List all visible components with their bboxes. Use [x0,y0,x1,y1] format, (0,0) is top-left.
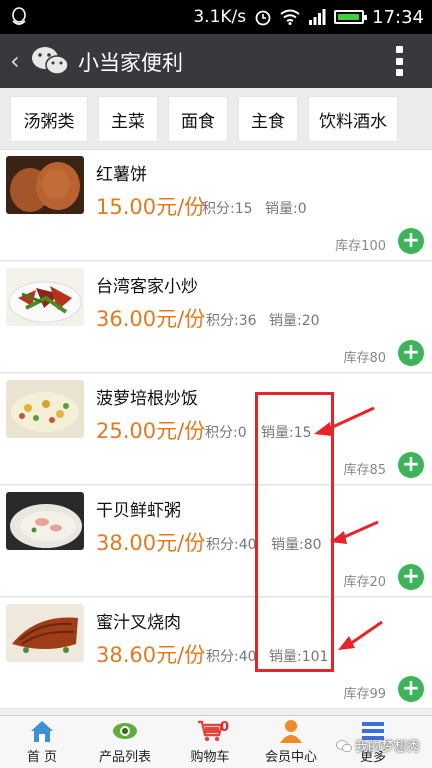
wechat-watermark-icon [336,739,352,752]
product-points: 积分:36 [206,313,257,329]
wifi-icon [280,9,300,25]
back-button[interactable]: ‹ [10,47,20,75]
annotation-arrow-icon [314,406,375,436]
wechat-icon [32,47,69,75]
product-name: 红薯饼 [96,165,147,185]
nav-home[interactable]: 首 页 [14,716,70,768]
list-item[interactable]: 台湾客家小炒 36.00元/份 积分:36 销量:20 库存80 + [0,262,432,373]
product-image [6,492,84,550]
home-icon [31,721,53,742]
annotation-arrow-icon [330,520,379,544]
watermark: 我的梦想秀 [336,736,420,755]
product-image [6,268,84,326]
product-points: 积分:40 [206,537,257,553]
product-name: 菠萝培根炒饭 [96,389,198,409]
list-item[interactable]: 红薯饼 15.00元/份 积分:15 销量:0 库存100 + [0,150,432,261]
nav-products[interactable]: 产品列表 [92,716,158,768]
product-price: 38.60元/份 [96,643,206,667]
title-bar: ‹ 小当家便利 [0,34,432,88]
product-price: 25.00元/份 [96,419,206,443]
nav-cart-label: 购物车 [190,750,230,765]
nav-member-label: 会员中心 [264,750,317,765]
signal-icon [309,9,326,25]
watermark-text: 我的梦想秀 [354,740,420,755]
tab-staple[interactable]: 主食 [238,96,298,142]
bottom-nav: 首 页 产品列表 0 购物车 会员中心 更多 我的梦想秀 [0,715,432,768]
tab-main-dish[interactable]: 主菜 [98,96,158,142]
status-bar: 3.1K/s 17:34 [0,0,432,34]
product-sales: 销量:20 [269,313,320,329]
product-image [6,604,84,662]
product-points: 积分:15 [202,201,253,217]
product-stock: 库存100 [335,239,386,254]
add-to-cart-button[interactable]: + [398,452,424,478]
tab-drinks[interactable]: 饮料酒水 [308,96,398,142]
product-image [6,156,84,214]
product-sales: 销量:0 [265,201,307,217]
product-points: 积分:40 [206,649,257,665]
product-points: 积分:0 [205,425,247,441]
product-price: 15.00元/份 [96,195,206,219]
eye-icon [113,723,137,739]
cart-count-badge: 0 [220,720,230,735]
nav-home-label: 首 页 [26,750,58,765]
product-stock: 库存85 [343,463,386,478]
network-speed: 3.1K/s [193,7,247,27]
tab-soup[interactable]: 汤粥类 [10,96,88,142]
nav-cart[interactable]: 0 购物车 [180,716,240,768]
battery-icon [334,10,368,24]
product-price: 36.00元/份 [96,307,206,331]
add-to-cart-button[interactable]: + [398,340,424,366]
product-name: 干贝鲜虾粥 [96,501,181,521]
tab-noodles[interactable]: 面食 [168,96,228,142]
add-to-cart-button[interactable]: + [398,676,424,702]
more-menu-icon[interactable] [396,46,404,76]
nav-member[interactable]: 会员中心 [258,716,324,768]
product-name: 台湾客家小炒 [96,277,198,297]
qq-icon [12,7,26,25]
clock: 17:34 [372,6,424,28]
product-stock: 库存80 [343,351,386,366]
product-stock: 库存99 [343,687,386,702]
category-tabs: 汤粥类 主菜 面食 主食 饮料酒水 [0,88,432,150]
page-title: 小当家便利 [78,51,183,75]
product-price: 38.00元/份 [96,531,206,555]
add-to-cart-button[interactable]: + [398,228,424,254]
product-image [6,380,84,438]
product-name: 蜜汁叉烧肉 [96,613,181,633]
alarm-icon [255,10,271,26]
add-to-cart-button[interactable]: + [398,564,424,590]
nav-products-label: 产品列表 [98,750,151,765]
annotation-arrow-icon [338,620,383,650]
user-icon [280,720,302,743]
product-stock: 库存20 [343,575,386,590]
